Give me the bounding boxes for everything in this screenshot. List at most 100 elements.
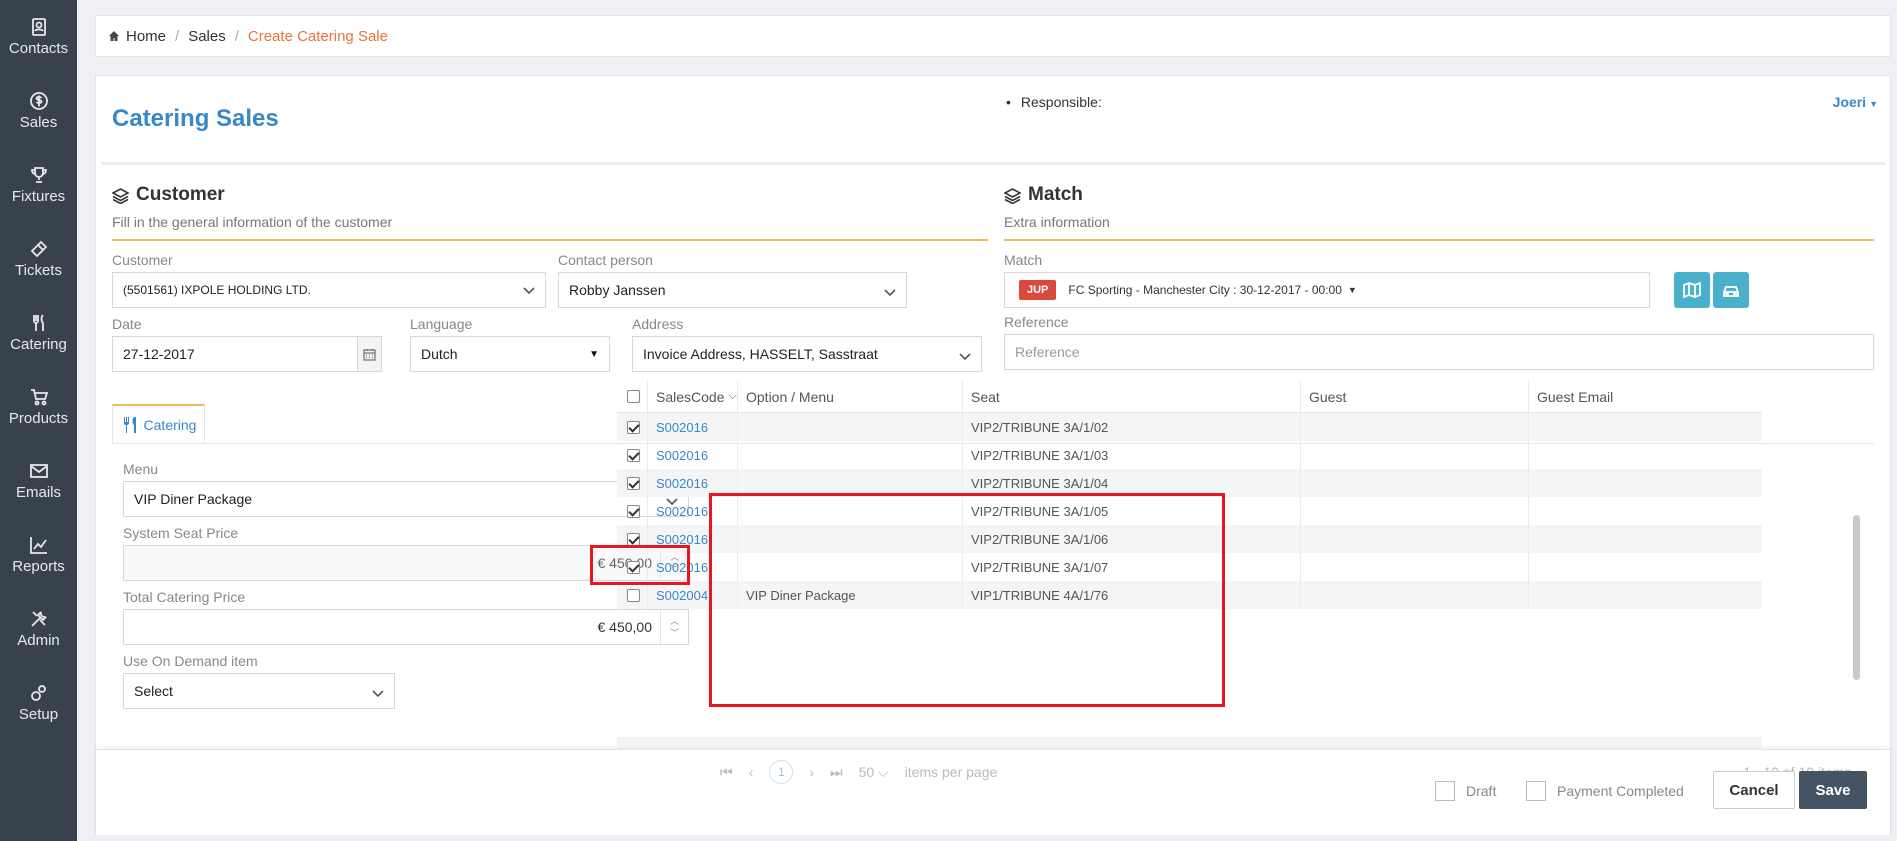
breadcrumb-home[interactable]: Home	[126, 28, 166, 45]
contacts-icon	[31, 18, 46, 36]
sidebar-item-products[interactable]: Products	[0, 370, 77, 444]
salescode-link[interactable]: S002016	[656, 504, 708, 519]
select-all-checkbox-cell[interactable]	[617, 381, 648, 412]
cancel-button[interactable]: Cancel	[1713, 771, 1795, 809]
guest-cell[interactable]	[1301, 525, 1529, 553]
total-catering-price-input[interactable]: € 450,00 ︿ ﹀	[123, 609, 689, 645]
calendar-icon[interactable]	[357, 337, 381, 371]
row-checkbox[interactable]	[627, 420, 640, 434]
breadcrumb-sales[interactable]: Sales	[188, 28, 226, 45]
option-cell	[738, 441, 963, 469]
user-name: Joeri	[1832, 94, 1867, 110]
car-button[interactable]	[1713, 272, 1749, 308]
tab-catering[interactable]: Catering	[112, 404, 205, 444]
guest-email-cell[interactable]	[1529, 441, 1762, 469]
guest-cell[interactable]	[1301, 413, 1529, 441]
header-option[interactable]: Option / Menu	[738, 381, 963, 412]
guest-email-cell[interactable]	[1529, 469, 1762, 497]
system-seat-price-label: System Seat Price	[123, 525, 239, 541]
customer-select[interactable]: (5501561) IXPOLE HOLDING LTD.	[112, 272, 546, 308]
menu-select[interactable]: VIP Diner Package	[123, 481, 689, 517]
guest-cell[interactable]	[1301, 553, 1529, 581]
guest-cell[interactable]	[1301, 581, 1529, 609]
guest-cell[interactable]	[1301, 441, 1529, 469]
table-row[interactable]: S002016 VIP2/TRIBUNE 3A/1/02	[617, 413, 1762, 441]
envelope-icon	[29, 464, 48, 478]
breadcrumb-current: Create Catering Sale	[247, 27, 388, 45]
header-guest[interactable]: Guest	[1301, 381, 1529, 412]
on-demand-label: Use On Demand item	[123, 653, 258, 669]
salescode-link[interactable]: S002016	[656, 420, 708, 435]
home-icon	[109, 31, 119, 41]
row-checkbox[interactable]	[627, 448, 640, 462]
page-number[interactable]: 1	[769, 760, 794, 784]
guest-email-cell[interactable]	[1529, 525, 1762, 553]
draft-checkbox[interactable]: Draft	[1435, 781, 1496, 801]
sidebar-item-fixtures[interactable]: Fixtures	[0, 148, 77, 222]
breadcrumb-separator: /	[234, 27, 239, 45]
date-input[interactable]: 27-12-2017	[112, 336, 382, 372]
header-seat[interactable]: Seat	[963, 381, 1301, 412]
select-all-checkbox[interactable]	[627, 390, 640, 403]
draft-checkbox-box[interactable]	[1435, 781, 1455, 801]
user-menu[interactable]: Joeri ▼	[1833, 94, 1878, 110]
sidebar-item-emails[interactable]: Emails	[0, 444, 77, 518]
sidebar-item-catering[interactable]: Catering	[0, 296, 77, 370]
guest-email-cell[interactable]	[1529, 497, 1762, 525]
guest-email-cell[interactable]	[1529, 413, 1762, 441]
salescode-link[interactable]: S002016	[656, 448, 708, 463]
sidebar-item-label: Catering	[10, 336, 67, 353]
chevron-down-icon	[959, 348, 971, 361]
salescode-link[interactable]: S002016	[656, 476, 708, 491]
guest-email-cell[interactable]	[1529, 581, 1762, 609]
payment-completed-checkbox-box[interactable]	[1526, 781, 1546, 801]
page-size-select[interactable]: 50 ⌵	[859, 764, 889, 781]
seat-cell: VIP2/TRIBUNE 3A/1/03	[963, 441, 1301, 469]
salescode-link[interactable]: S002004	[656, 588, 708, 603]
map-button[interactable]	[1674, 272, 1710, 308]
table-row[interactable]: S002016 VIP2/TRIBUNE 3A/1/03	[617, 441, 1762, 469]
date-label: Date	[112, 316, 142, 332]
row-checkbox[interactable]	[627, 476, 640, 490]
customer-label: Customer	[112, 252, 173, 268]
row-checkbox[interactable]	[627, 504, 640, 518]
sidebar-item-tickets[interactable]: Tickets	[0, 222, 77, 296]
seat-cell: VIP2/TRIBUNE 3A/1/02	[963, 413, 1301, 441]
caret-down-icon: ▼	[1869, 99, 1878, 109]
sidebar-item-setup[interactable]: Setup	[0, 666, 77, 740]
cutlery-icon	[123, 416, 136, 433]
grid-header: SalesCode ⌵ Option / Menu Seat Guest Gues…	[617, 381, 1762, 413]
sidebar-item-contacts[interactable]: Contacts	[0, 0, 77, 74]
sidebar-item-sales[interactable]: Sales	[0, 74, 77, 148]
match-select[interactable]: JUP FC Sporting - Manchester City : 30-1…	[1004, 272, 1650, 308]
guest-cell[interactable]	[1301, 469, 1529, 497]
address-label: Address	[632, 316, 684, 332]
reference-input[interactable]: Reference	[1004, 334, 1874, 370]
sidebar-item-reports[interactable]: Reports	[0, 518, 77, 592]
header-salescode[interactable]: SalesCode ⌵	[648, 381, 738, 412]
header-guest-email[interactable]: Guest Email	[1529, 381, 1762, 412]
sidebar-item-admin[interactable]: Admin	[0, 592, 77, 666]
first-page-icon[interactable]: ⏮	[720, 764, 733, 781]
caret-down-icon: ▼	[589, 348, 599, 360]
prev-page-icon[interactable]: ‹	[749, 764, 754, 780]
contact-person-label: Contact person	[558, 252, 653, 268]
row-checkbox[interactable]	[627, 588, 640, 602]
sidebar-item-label: Sales	[19, 114, 58, 131]
guest-cell[interactable]	[1301, 497, 1529, 525]
address-select[interactable]: Invoice Address, HASSELT, Sasstraat	[632, 336, 982, 372]
chart-icon	[29, 537, 47, 554]
payment-completed-checkbox[interactable]: Payment Completed	[1526, 781, 1684, 801]
car-icon	[1723, 286, 1739, 297]
next-page-icon[interactable]: ›	[809, 764, 814, 780]
contact-person-select[interactable]: Robby Janssen	[558, 272, 907, 308]
language-select[interactable]: Dutch ▼	[410, 336, 610, 372]
on-demand-select[interactable]: Select	[123, 673, 395, 709]
save-button[interactable]: Save	[1799, 771, 1867, 809]
last-page-icon[interactable]: ⏭	[830, 764, 843, 781]
tools-icon	[30, 611, 47, 627]
sidebar-item-label: Setup	[18, 706, 59, 723]
guest-email-cell[interactable]	[1529, 553, 1762, 581]
row-checkbox[interactable]	[627, 532, 640, 546]
grid-scrollbar[interactable]	[1853, 515, 1860, 680]
